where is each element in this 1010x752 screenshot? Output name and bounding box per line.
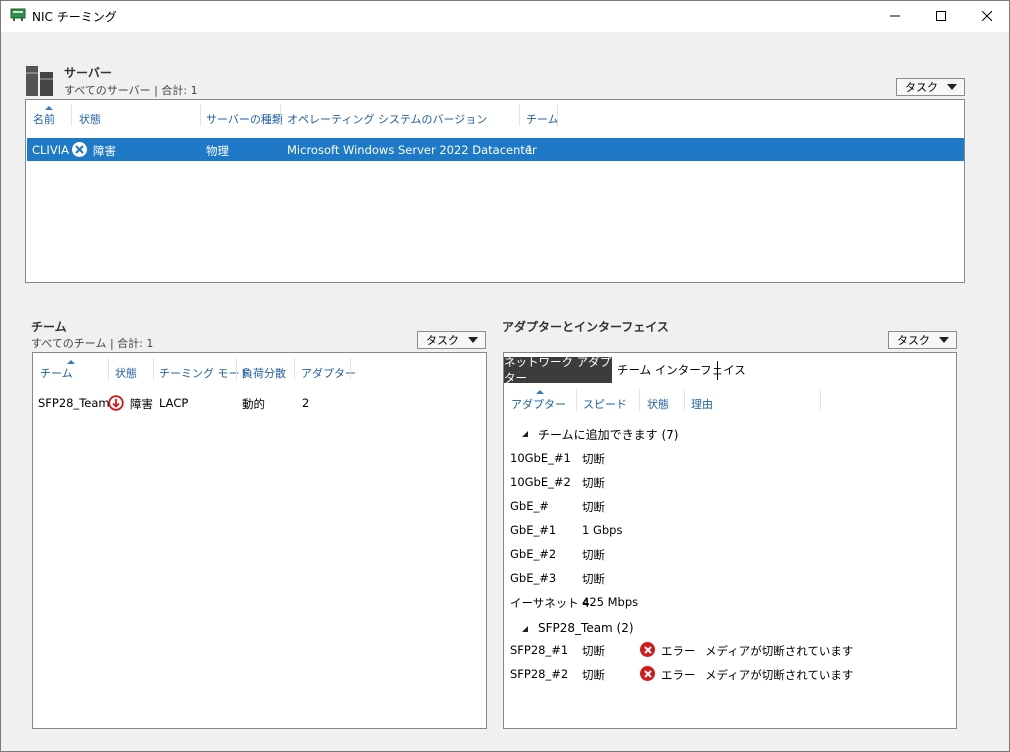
- col-team-status[interactable]: 状態: [115, 365, 137, 381]
- col-status[interactable]: 状態: [79, 111, 101, 127]
- adapter-name: SFP28_#1: [510, 643, 569, 657]
- list-item[interactable]: 10GbE_#1 切断: [504, 449, 956, 469]
- list-item[interactable]: SFP28_#2 切断 エラー メディアが切断されています: [504, 665, 956, 685]
- tab-team-interfaces[interactable]: チーム インターフェイス: [617, 357, 746, 383]
- adapter-speed: 切断: [582, 572, 605, 586]
- close-button[interactable]: [964, 0, 1010, 32]
- adapter-name: GbE_#1: [510, 523, 557, 537]
- col-adapter[interactable]: アダプター: [511, 396, 566, 412]
- server-name: CLIVIA: [32, 143, 69, 157]
- server-type: 物理: [206, 144, 229, 158]
- team-name: SFP28_Team: [38, 396, 110, 410]
- col-reason[interactable]: 理由: [691, 396, 713, 412]
- adapter-name: GbE_#: [510, 499, 549, 513]
- minimize-icon: [890, 15, 900, 17]
- adapters-panel: ネットワーク アダプター チーム インターフェイス アダプター スピード 状態 …: [503, 352, 957, 729]
- collapse-triangle-icon: [522, 431, 528, 437]
- adapter-status: エラー: [661, 644, 696, 658]
- close-icon: [982, 11, 992, 21]
- list-item[interactable]: GbE_#2 切断: [504, 545, 956, 565]
- col-adapters[interactable]: アダプター: [301, 365, 356, 381]
- team-adapters: 2: [302, 396, 310, 410]
- adapter-speed: 切断: [582, 548, 605, 562]
- teams-subtitle: すべてのチーム | 合計: 1: [31, 337, 154, 350]
- adapter-speed: 切断: [582, 644, 605, 658]
- team-status: 障害: [130, 397, 153, 411]
- adapter-name: GbE_#2: [510, 547, 557, 561]
- error-icon: [72, 142, 87, 157]
- teams-panel: チーム 状態 チーミング モード 負荷分散 アダプター SFP28_Team 障…: [32, 352, 487, 729]
- adapters-task-label: タスク: [897, 334, 930, 347]
- servers-subtitle: すべてのサーバー | 合計: 1: [64, 84, 198, 97]
- tab-network-adapters[interactable]: ネットワーク アダプター: [504, 355, 612, 385]
- table-row[interactable]: CLIVIA 障害 物理 Microsoft Windows Server 20…: [27, 138, 964, 161]
- col-adapter-status[interactable]: 状態: [647, 396, 669, 412]
- chevron-down-icon: [939, 337, 949, 343]
- chevron-down-icon: [468, 337, 478, 343]
- col-name[interactable]: 名前: [33, 111, 55, 127]
- maximize-button[interactable]: [918, 0, 964, 32]
- sort-ascending-icon: [45, 106, 53, 110]
- title-bar: NIC チーミング: [0, 0, 1010, 33]
- server-icon: [26, 66, 53, 96]
- adapter-name: 10GbE_#1: [510, 451, 571, 465]
- col-os-version[interactable]: オペレーティング システムのバージョン: [287, 111, 487, 127]
- down-arrow-error-icon: [108, 395, 124, 411]
- adapter-speed: 1 Gbps: [582, 523, 623, 537]
- list-item[interactable]: GbE_#3 切断: [504, 569, 956, 589]
- col-load-balancing[interactable]: 負荷分散: [242, 365, 286, 381]
- servers-task-label: タスク: [905, 81, 938, 94]
- server-teams: 1: [526, 143, 534, 157]
- adapter-speed: 425 Mbps: [582, 595, 639, 609]
- col-teams[interactable]: チーム: [526, 111, 559, 127]
- adapters-title: アダプターとインターフェイス: [502, 320, 669, 334]
- table-row[interactable]: SFP28_Team 障害 LACP 動的 2: [34, 393, 485, 413]
- list-item[interactable]: 10GbE_#2 切断: [504, 473, 956, 493]
- adapter-speed: 切断: [582, 500, 605, 514]
- list-item[interactable]: GbE_#1 1 Gbps: [504, 521, 956, 541]
- adapters-task-button[interactable]: タスク: [888, 331, 957, 349]
- chevron-down-icon: [947, 84, 957, 90]
- adapter-name: SFP28_#2: [510, 667, 569, 681]
- maximize-icon: [936, 11, 946, 21]
- error-icon: [640, 642, 655, 657]
- adapter-name: GbE_#3: [510, 571, 557, 585]
- list-item[interactable]: SFP28_#1 切断 エラー メディアが切断されています: [504, 641, 956, 661]
- server-os: Microsoft Windows Server 2022 Datacenter: [287, 143, 537, 157]
- group-label: SFP28_Team (2): [538, 621, 634, 635]
- col-team[interactable]: チーム: [40, 365, 73, 381]
- adapter-status: エラー: [661, 668, 696, 682]
- nic-teaming-app-icon: [10, 8, 26, 21]
- list-item[interactable]: イーサネット 4 425 Mbps: [504, 593, 956, 613]
- adapter-speed: 切断: [582, 452, 605, 466]
- teams-task-label: タスク: [426, 334, 459, 347]
- adapter-speed: 切断: [582, 668, 605, 682]
- adapter-name: イーサネット 4: [510, 596, 590, 610]
- servers-task-button[interactable]: タスク: [896, 78, 965, 96]
- list-item[interactable]: GbE_# 切断: [504, 497, 956, 517]
- adapter-reason: メディアが切断されています: [705, 644, 854, 658]
- minimize-button[interactable]: [872, 0, 918, 32]
- col-speed[interactable]: スピード: [583, 396, 627, 412]
- team-mode: LACP: [159, 396, 189, 410]
- group-header[interactable]: SFP28_Team (2): [518, 621, 718, 637]
- adapter-speed: 切断: [582, 476, 605, 490]
- servers-panel: 名前 状態 サーバーの種類 オペレーティング システムのバージョン チーム CL…: [25, 99, 965, 283]
- group-label: チームに追加できます (7): [538, 428, 679, 442]
- tab-divider: [717, 361, 718, 380]
- group-header[interactable]: チームに追加できます (7): [518, 426, 718, 442]
- team-lb: 動的: [242, 397, 265, 411]
- col-server-type[interactable]: サーバーの種類: [206, 111, 283, 127]
- collapse-triangle-icon: [522, 626, 528, 632]
- servers-title: サーバー: [64, 66, 112, 80]
- window-title: NIC チーミング: [32, 10, 117, 24]
- server-status: 障害: [93, 144, 116, 158]
- teams-title: チーム: [31, 320, 67, 334]
- error-icon: [640, 666, 655, 681]
- teams-task-button[interactable]: タスク: [417, 331, 486, 349]
- adapter-name: 10GbE_#2: [510, 475, 571, 489]
- sort-ascending-icon: [536, 390, 544, 394]
- adapter-reason: メディアが切断されています: [705, 668, 854, 682]
- sort-ascending-icon: [67, 360, 75, 364]
